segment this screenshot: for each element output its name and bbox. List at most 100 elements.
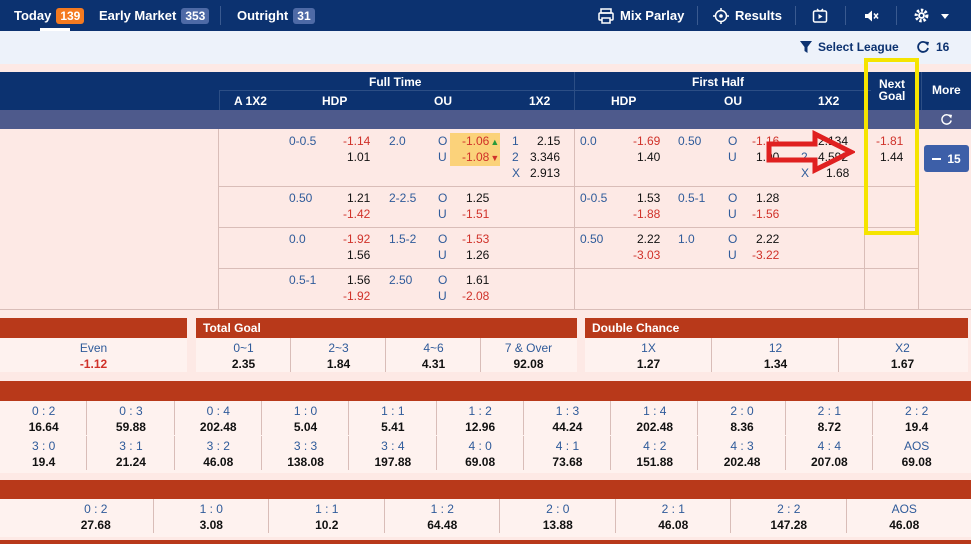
live-tv-button[interactable]	[812, 0, 834, 31]
correct-score-cell[interactable]: 4 : 0 69.08	[437, 438, 524, 470]
select-league-button[interactable]: Select League	[799, 40, 899, 54]
odds-value[interactable]: -1.69	[633, 133, 660, 149]
more-markets-button[interactable]: 15	[924, 145, 969, 172]
first-half-correct-score-cell[interactable]: 1 : 2 64.48	[385, 501, 501, 533]
odds-value[interactable]: 2.15	[537, 133, 560, 149]
refresh-icon[interactable]	[940, 113, 953, 126]
ou-line: 1.5-2	[389, 232, 417, 246]
correct-score-cell[interactable]: 1 : 0 5.04	[262, 403, 349, 435]
total-goal-cell[interactable]: 4~6 4.31	[386, 340, 481, 372]
divider	[219, 227, 919, 228]
correct-score-cell[interactable]: 4 : 2 151.88	[611, 438, 698, 470]
market-odds: 2.35	[231, 357, 256, 371]
correct-score-cell[interactable]: 1 : 2 12.96	[437, 403, 524, 435]
tab-outright[interactable]: Outright 31	[237, 0, 315, 31]
market-label: 1 : 0	[293, 404, 318, 418]
correct-score-cell[interactable]: 4 : 3 202.48	[698, 438, 785, 470]
market-label: 7 & Over	[504, 341, 553, 355]
odds-value[interactable]: 1.21	[347, 190, 370, 206]
odds-value[interactable]: -1.14	[343, 133, 370, 149]
col-fh-ou: OU	[724, 94, 742, 108]
total-goal-cell[interactable]: 2~3 1.84	[291, 340, 386, 372]
total-goal-cell[interactable]: 7 & Over 92.08	[481, 340, 576, 372]
correct-score-cell[interactable]: 0 : 2 16.64	[0, 403, 87, 435]
correct-score-cell[interactable]: 4 : 1 73.68	[524, 438, 611, 470]
divider	[86, 401, 88, 435]
odds-value[interactable]: 1.28	[756, 190, 779, 206]
first-half-correct-score-cell[interactable]: 0 : 2 27.68	[38, 501, 154, 533]
correct-score-cell[interactable]: 2 : 0 8.36	[698, 403, 785, 435]
correct-score-cell[interactable]: 1 : 4 202.48	[611, 403, 698, 435]
odds-value[interactable]: -2.08	[462, 288, 489, 304]
over-label: O	[438, 134, 448, 148]
odds-value[interactable]: 1.25	[466, 190, 489, 206]
first-half-correct-score-cell[interactable]: 1 : 1 10.2	[269, 501, 385, 533]
odds-value[interactable]: 2.913	[530, 165, 560, 181]
market-odds: 73.68	[552, 455, 583, 469]
odds-value[interactable]: -1.53	[462, 231, 489, 247]
results-button[interactable]: Results	[713, 0, 782, 31]
odds-value[interactable]: -3.22	[752, 247, 779, 263]
correct-score-cell[interactable]: 3 : 1 21.24	[87, 438, 174, 470]
market-odds: 138.08	[287, 455, 324, 469]
odds-value[interactable]: 3.346	[530, 149, 560, 165]
first-half-correct-score-cell[interactable]: 2 : 0 13.88	[500, 501, 616, 533]
odds-value[interactable]: 1.56	[347, 272, 370, 288]
odds-value[interactable]: 1.26	[466, 247, 489, 263]
odds-value[interactable]: 1.53	[637, 190, 660, 206]
divider	[845, 499, 847, 533]
market-odds: 3.08	[199, 518, 223, 532]
first-half-correct-score-cell[interactable]: 2 : 1 46.08	[616, 501, 732, 533]
correct-score-cell[interactable]: 2 : 1 8.72	[786, 403, 873, 435]
tab-early-market[interactable]: Early Market 353	[99, 0, 210, 31]
market-label: 3 : 3	[293, 439, 318, 453]
under-label: U	[438, 207, 447, 221]
correct-score-cell[interactable]: 3 : 3 138.08	[262, 438, 349, 470]
odd-even-cell[interactable]: Even -1.12	[0, 340, 187, 372]
divider	[872, 401, 873, 435]
correct-score-cell[interactable]: 3 : 2 46.08	[175, 438, 262, 470]
refresh-button[interactable]: 16	[916, 40, 949, 54]
total-goal-cell[interactable]: 0~1 2.35	[196, 340, 291, 372]
correct-score-cell[interactable]: 0 : 3 59.88	[87, 403, 174, 435]
odds-value[interactable]: 1.56	[347, 247, 370, 263]
odds-value[interactable]: 1.01	[347, 149, 370, 165]
odds-value-highlighted[interactable]: -1.06▲	[450, 133, 500, 150]
odds-value[interactable]: -3.03	[633, 247, 660, 263]
odds-value[interactable]: -1.92	[343, 231, 370, 247]
correct-score-cell[interactable]: 1 : 1 5.41	[349, 403, 436, 435]
odds-value[interactable]: -1.51	[462, 206, 489, 222]
settings-button[interactable]	[913, 0, 956, 31]
double-chance-cell[interactable]: X2 1.67	[839, 340, 966, 372]
odds-value[interactable]: 2.22	[756, 231, 779, 247]
market-label: 3 : 2	[206, 439, 230, 453]
correct-score-cell[interactable]: 3 : 4 197.88	[349, 438, 436, 470]
odds-value[interactable]: -1.56	[752, 206, 779, 222]
correct-score-cell[interactable]: AOS 69.08	[873, 438, 960, 470]
under-label: U	[438, 289, 447, 303]
odds-value-highlighted[interactable]: -1.08▼	[450, 149, 500, 166]
mix-parlay-button[interactable]: Mix Parlay	[598, 0, 684, 31]
tab-today[interactable]: Today 139	[14, 0, 85, 31]
first-half-correct-score-cell[interactable]: AOS 46.08	[847, 501, 963, 533]
sound-toggle-button[interactable]	[863, 0, 885, 31]
first-half-correct-score-cell[interactable]: 2 : 2 147.28	[731, 501, 847, 533]
first-half-header: First Half	[692, 75, 745, 89]
first-half-correct-score-cell[interactable]: 1 : 0 3.08	[154, 501, 270, 533]
odds-value[interactable]: 2.22	[637, 231, 660, 247]
odds-value[interactable]: -1.92	[343, 288, 370, 304]
correct-score-cell[interactable]: 4 : 4 207.08	[786, 438, 873, 470]
odds-value[interactable]: -1.42	[343, 206, 370, 222]
double-chance-cell[interactable]: 12 1.34	[712, 340, 839, 372]
divider	[845, 6, 846, 25]
correct-score-cell[interactable]: 3 : 0 19.4	[0, 438, 87, 470]
odds-value[interactable]: 1.61	[466, 272, 489, 288]
correct-score-cell[interactable]: 2 : 2 19.4	[873, 403, 960, 435]
correct-score-cell[interactable]: 0 : 4 202.48	[175, 403, 262, 435]
correct-score-cell[interactable]: 1 : 3 44.24	[524, 403, 611, 435]
market-odds: 12.96	[465, 420, 496, 434]
double-chance-cell[interactable]: 1X 1.27	[585, 340, 712, 372]
odds-value[interactable]: 1.40	[637, 149, 660, 165]
odds-value[interactable]: -1.88	[633, 206, 660, 222]
divider	[218, 129, 219, 309]
